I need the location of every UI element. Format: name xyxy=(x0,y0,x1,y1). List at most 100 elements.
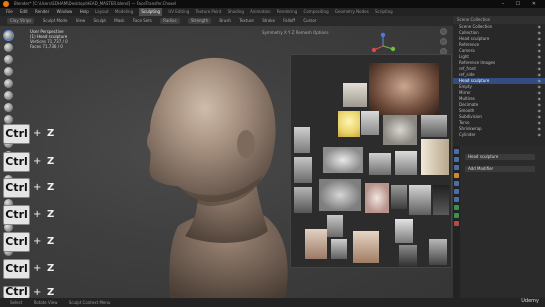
reference-image[interactable] xyxy=(369,63,439,115)
outliner-row-label: Scene Collection xyxy=(459,24,493,29)
properties-tabs xyxy=(453,146,460,298)
tab-rendering[interactable]: Rendering xyxy=(277,8,297,16)
render-tab-icon[interactable] xyxy=(454,157,459,162)
reference-image[interactable] xyxy=(361,111,379,135)
reference-image[interactable] xyxy=(391,185,407,209)
inflate-brush-icon[interactable] xyxy=(4,91,13,100)
reference-image[interactable] xyxy=(343,83,367,107)
brush-selector[interactable]: Clay Strips xyxy=(7,18,35,24)
tab-texture-paint[interactable]: Texture Paint xyxy=(196,8,222,16)
reference-image[interactable] xyxy=(395,219,413,243)
zoom-icon[interactable] xyxy=(440,28,447,35)
outliner-row[interactable]: Cylinder ◉ xyxy=(453,132,545,138)
window-title: Blender* [C:\Users\EDHAM\Desktop\HEAD_MA… xyxy=(14,1,177,6)
pan-hand-icon[interactable] xyxy=(440,38,447,45)
radius-field[interactable]: Radius xyxy=(160,18,180,24)
stat-faces-label: Faces xyxy=(30,44,42,49)
properties-panel: Head sculpture Add Modifier xyxy=(453,146,545,298)
draw-brush-icon[interactable] xyxy=(4,31,13,40)
reference-image[interactable] xyxy=(331,239,347,259)
reference-image[interactable] xyxy=(353,231,379,263)
eye-icon[interactable]: ◉ xyxy=(538,132,542,138)
falloff-dropdown[interactable]: Falloff xyxy=(283,16,295,26)
reference-image[interactable] xyxy=(319,179,361,211)
menu-help[interactable]: Help xyxy=(80,8,89,16)
navigation-gizmo[interactable] xyxy=(368,32,398,54)
blob-brush-icon[interactable] xyxy=(4,103,13,112)
particles-tab-icon[interactable] xyxy=(454,189,459,194)
data-tab-icon[interactable] xyxy=(454,213,459,218)
output-tab-icon[interactable] xyxy=(454,165,459,170)
tab-sculpting[interactable]: Sculpting xyxy=(139,8,163,16)
brush-dropdown[interactable]: Brush xyxy=(219,16,231,26)
strength-field[interactable]: Strength xyxy=(187,18,212,24)
constraints-tab-icon[interactable] xyxy=(454,205,459,210)
reference-image[interactable] xyxy=(399,245,417,267)
reference-image[interactable] xyxy=(305,229,327,259)
remesh-dropdown[interactable]: Remesh xyxy=(296,30,312,35)
cursor-dropdown[interactable]: Cursor xyxy=(303,16,316,26)
symmetry-axes[interactable]: X Y Z xyxy=(284,30,294,35)
y-axis-icon[interactable] xyxy=(390,46,396,52)
reference-image[interactable] xyxy=(409,185,431,215)
physics-tab-icon[interactable] xyxy=(454,197,459,202)
menu-sculpt[interactable]: Sculpt xyxy=(94,16,107,26)
reference-image[interactable] xyxy=(365,183,389,213)
texture-dropdown[interactable]: Texture xyxy=(239,16,254,26)
menu-face-sets[interactable]: Face Sets xyxy=(133,16,152,26)
reference-board[interactable] xyxy=(290,54,452,268)
modifier-wrench-icon[interactable] xyxy=(454,181,459,186)
tab-shading[interactable]: Shading xyxy=(228,8,244,16)
crease-brush-icon[interactable] xyxy=(4,115,13,124)
object-name-field[interactable]: Head sculpture xyxy=(465,154,535,160)
reference-image[interactable] xyxy=(294,127,310,153)
outliner-row-label: Subdivision xyxy=(459,114,482,119)
menu-edit[interactable]: Edit xyxy=(20,8,28,16)
menu-file[interactable]: File xyxy=(6,8,13,16)
tab-uv-editing[interactable]: UV Editing xyxy=(168,8,189,16)
window-controls[interactable]: – ☐ ✕ xyxy=(502,0,541,8)
ctrl-z-overlay: Ctrl + Z xyxy=(3,124,59,144)
tab-animation[interactable]: Animation xyxy=(250,8,270,16)
ctrl-key: Ctrl xyxy=(3,152,30,172)
mode-selector[interactable]: Sculpt Mode xyxy=(43,16,68,26)
clay-brush-icon[interactable] xyxy=(4,55,13,64)
material-tab-icon[interactable] xyxy=(454,221,459,226)
reference-image[interactable] xyxy=(369,153,391,175)
reference-image[interactable] xyxy=(383,115,417,145)
stroke-dropdown[interactable]: Stroke xyxy=(262,16,275,26)
ctrl-key: Ctrl xyxy=(3,124,30,144)
tab-modeling[interactable]: Modeling xyxy=(115,8,133,16)
options-dropdown[interactable]: Options xyxy=(313,30,328,35)
menu-render[interactable]: Render xyxy=(35,8,49,16)
reference-image[interactable] xyxy=(421,115,447,137)
menu-window[interactable]: Window xyxy=(57,8,73,16)
tab-scripting[interactable]: Scripting xyxy=(375,8,393,16)
draw-sharp-brush-icon[interactable] xyxy=(4,43,13,52)
reference-image[interactable] xyxy=(294,157,312,183)
menu-view[interactable]: View xyxy=(76,16,86,26)
menu-mask[interactable]: Mask xyxy=(114,16,124,26)
reference-image[interactable] xyxy=(323,147,363,173)
ctrl-key: Ctrl xyxy=(3,205,30,225)
reference-image[interactable] xyxy=(327,215,343,237)
reference-image[interactable] xyxy=(421,139,449,175)
ctrl-key: Ctrl xyxy=(3,178,30,198)
clay-strips-brush-icon[interactable] xyxy=(4,67,13,76)
reference-image[interactable] xyxy=(433,185,449,215)
reference-image[interactable] xyxy=(338,111,360,137)
symmetry-label[interactable]: Symmetry xyxy=(262,30,283,35)
reference-image[interactable] xyxy=(294,187,312,213)
layer-brush-icon[interactable] xyxy=(4,79,13,88)
tool-tab-icon[interactable] xyxy=(454,149,459,154)
reference-image[interactable] xyxy=(395,151,417,175)
add-modifier-button[interactable]: Add Modifier xyxy=(465,166,535,172)
tab-compositing[interactable]: Compositing xyxy=(304,8,329,16)
tab-layout[interactable]: Layout xyxy=(95,8,109,16)
tab-geometry-nodes[interactable]: Geometry Nodes xyxy=(335,8,369,16)
reference-image[interactable] xyxy=(429,239,447,265)
object-tab-icon[interactable] xyxy=(454,173,459,178)
stat-faces-value: 71,736 / 0 xyxy=(42,44,63,49)
z-axis-icon[interactable] xyxy=(380,32,386,38)
x-axis-icon[interactable] xyxy=(371,47,377,53)
